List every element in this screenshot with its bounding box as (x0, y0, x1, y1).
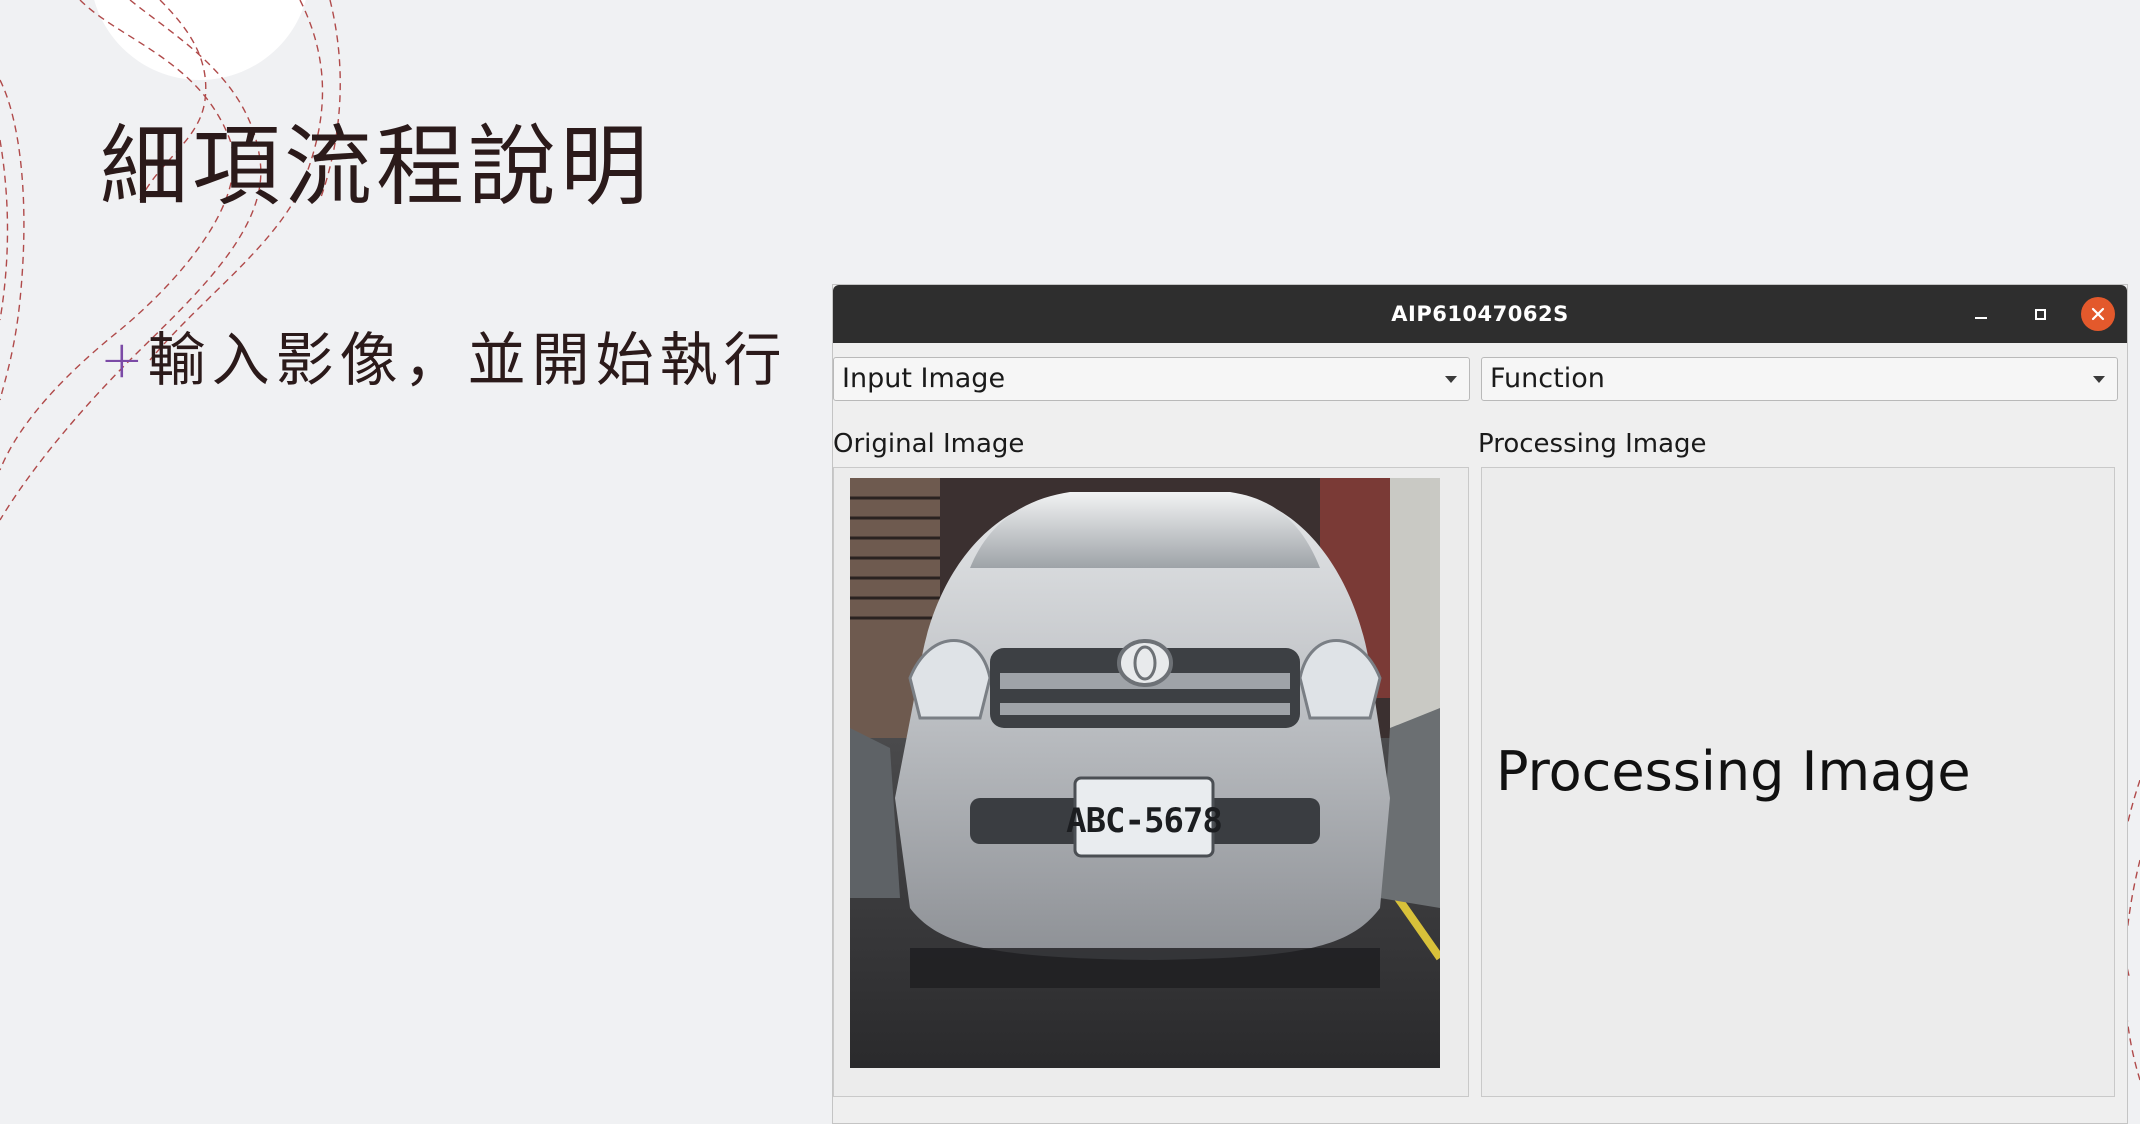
chevron-down-icon (2093, 376, 2105, 383)
slide-title: 細項流程說明 (100, 115, 653, 218)
license-plate-text: ABC-5678 (1066, 801, 1222, 841)
input-image-select[interactable]: Input Image (833, 357, 1470, 401)
processing-image-placeholder: Processing Image (1496, 740, 1971, 803)
minimize-button[interactable] (1965, 298, 1997, 330)
slide-bullet: + 輸入影像，並開始執行 (100, 322, 788, 398)
maximize-icon (2034, 308, 2046, 320)
original-image-panel: ABC-5678 (833, 467, 1469, 1097)
close-icon (2091, 307, 2105, 321)
window-titlebar[interactable]: AIP61047062S (833, 285, 2127, 343)
minimize-icon (1975, 317, 1987, 319)
app-window: AIP61047062S Input Image Function Origin… (832, 284, 2128, 1124)
function-select[interactable]: Function (1481, 357, 2118, 401)
window-title: AIP61047062S (1391, 302, 1569, 326)
close-button[interactable] (2081, 297, 2115, 331)
original-image-label: Original Image (833, 429, 1025, 459)
maximize-button[interactable] (2024, 298, 2056, 330)
slide-bullet-text: 輸入影像，並開始執行 (147, 326, 788, 394)
function-select-value: Function (1490, 363, 1605, 394)
car-photo: ABC-5678 (850, 478, 1440, 1068)
processing-image-label: Processing Image (1478, 429, 1707, 459)
chevron-down-icon (1445, 376, 1457, 383)
bullet-plus-icon: + (100, 330, 144, 390)
input-image-select-value: Input Image (842, 363, 1006, 394)
decorative-contour-lines (0, 0, 341, 521)
processing-image-panel: Processing Image (1481, 467, 2115, 1097)
